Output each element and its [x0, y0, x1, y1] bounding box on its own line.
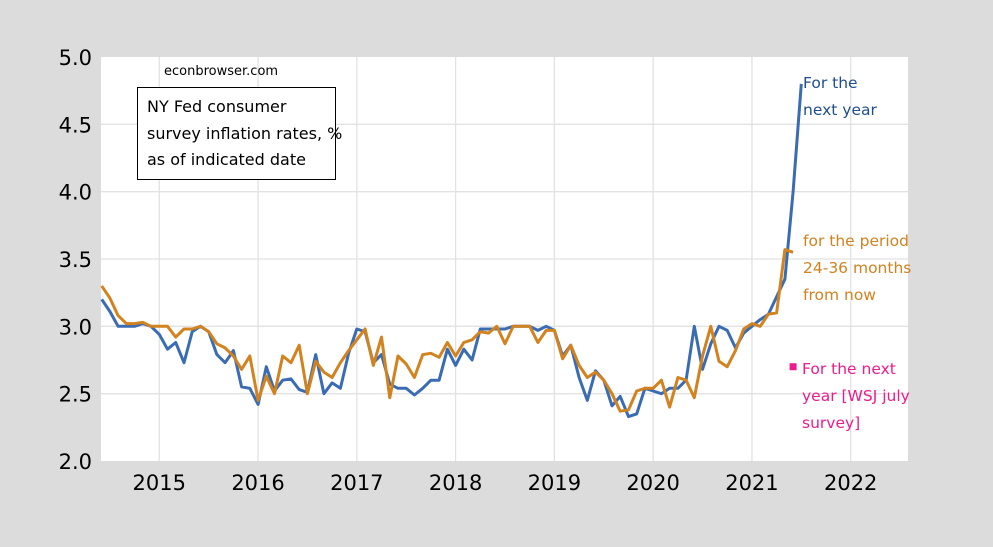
x-tick-label: 2021 — [725, 471, 778, 495]
point-label-line: year [WSJ july — [802, 387, 910, 405]
point-label-line: survey] — [802, 414, 861, 432]
x-tick-label: 2022 — [824, 471, 877, 495]
series-label-line: next year — [803, 101, 877, 119]
point-marker-wsj-survey — [789, 363, 797, 371]
chart-title-line: NY Fed consumer — [147, 97, 287, 116]
series-label-line: 24-36 months — [803, 259, 912, 277]
y-tick-label: 4.0 — [59, 181, 92, 205]
x-tick-label: 2018 — [429, 471, 482, 495]
y-tick-label: 2.5 — [59, 383, 92, 407]
x-tick-label: 2019 — [528, 471, 581, 495]
chart-title-line: survey inflation rates, % — [147, 123, 343, 143]
series-label-line: For the — [803, 74, 858, 92]
y-tick-label: 3.0 — [59, 315, 92, 339]
chart-title-box: NY Fed consumer survey inflation rates, … — [137, 87, 343, 180]
x-axis-tick-labels: 2015 2016 2017 2018 2019 2020 2021 2022 — [133, 471, 878, 495]
y-tick-label: 2.0 — [59, 450, 92, 474]
series-label-24-36-months: for the period 24-36 months from now — [803, 228, 911, 309]
x-tick-label: 2015 — [133, 471, 186, 495]
x-tick-label: 2017 — [330, 471, 383, 495]
series-label-next-year: For the next year — [803, 70, 877, 124]
point-label-wsj-survey: For the next year [WSJ july survey] — [802, 356, 910, 437]
chart-title-line: as of indicated date — [147, 150, 306, 169]
y-tick-label: 3.5 — [59, 248, 92, 272]
series-label-line: from now — [803, 286, 876, 304]
x-tick-label: 2016 — [231, 471, 284, 495]
watermark-text: econbrowser.com — [164, 64, 279, 79]
x-tick-label: 2020 — [626, 471, 679, 495]
y-axis-tick-labels: 2.0 2.5 3.0 3.5 4.0 4.5 5.0 — [59, 46, 92, 474]
y-tick-label: 5.0 — [59, 46, 92, 70]
series-label-line: for the period — [803, 232, 909, 250]
point-label-line: For the next — [802, 360, 896, 378]
y-tick-label: 4.5 — [59, 113, 92, 137]
point-markers — [789, 363, 797, 371]
